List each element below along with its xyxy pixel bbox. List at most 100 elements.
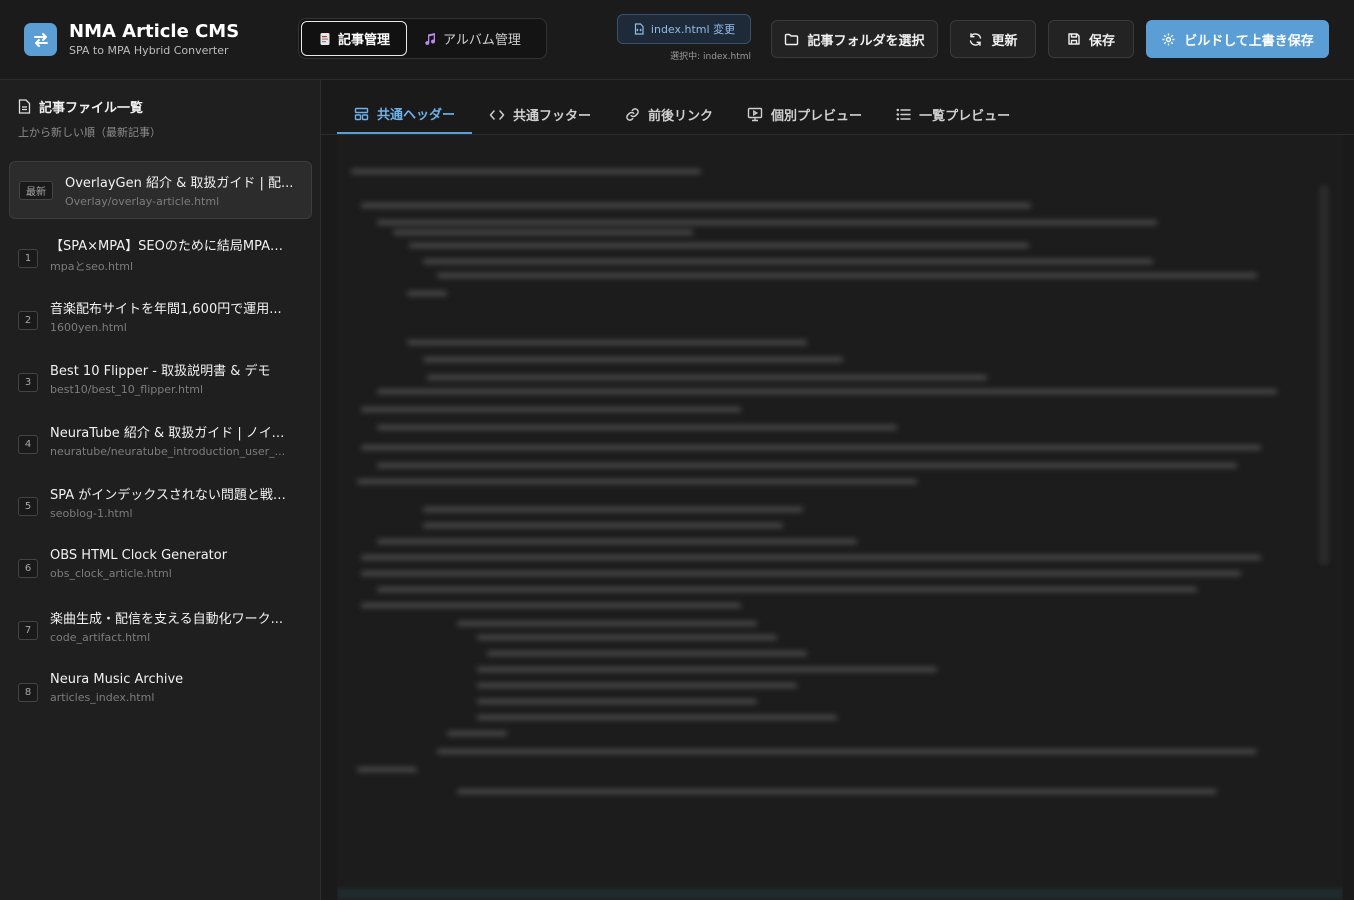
- code-icon: [489, 109, 505, 120]
- sidebar-title: 記事ファイル一覧: [18, 97, 161, 116]
- build-overwrite-button[interactable]: ビルドして上書き保存: [1146, 20, 1329, 58]
- tab-prev-next-links-label: 前後リンク: [648, 109, 714, 124]
- file-badge: 4: [18, 434, 38, 454]
- code-line: [457, 621, 757, 626]
- code-line: [393, 230, 693, 235]
- code-line: [487, 651, 807, 656]
- brand: NMA Article CMS SPA to MPA Hybrid Conver…: [24, 22, 239, 57]
- code-line: [457, 789, 1217, 794]
- build-overwrite-label: ビルドして上書き保存: [1184, 33, 1314, 49]
- blurred-code-content: [337, 135, 1343, 900]
- tab-common-footer[interactable]: 共通フッター: [472, 95, 608, 134]
- file-path: articles_index.html: [50, 691, 155, 704]
- file-title: OverlayGen 紹介 & 取扱ガイド | 配...: [65, 176, 294, 191]
- save-icon: [1068, 33, 1080, 45]
- code-line: [409, 243, 1029, 248]
- file-item-8[interactable]: 8 Neura Music Archive articles_index.htm…: [9, 657, 312, 719]
- file-path: code_artifact.html: [50, 631, 151, 644]
- tab-common-footer-label: 共通フッター: [513, 109, 592, 124]
- file-item-6[interactable]: 6 OBS HTML Clock Generator obs_clock_art…: [9, 533, 312, 595]
- code-line: [407, 340, 807, 345]
- code-line: [423, 507, 803, 512]
- file-badge: 6: [18, 558, 38, 578]
- file-item-0[interactable]: 最新 OverlayGen 紹介 & 取扱ガイド | 配... Overlay/…: [9, 161, 312, 219]
- file-badge: 3: [18, 372, 38, 392]
- sidebar-title-label: 記事ファイル一覧: [39, 101, 144, 116]
- mode-articles-button[interactable]: 記事管理: [301, 21, 408, 56]
- folder-icon: [785, 33, 799, 46]
- tab-list-preview[interactable]: 一覧プレビュー: [879, 95, 1027, 134]
- file-badge: 2: [18, 310, 38, 330]
- code-editor[interactable]: [337, 135, 1343, 900]
- file-badge: 1: [18, 248, 38, 268]
- app-title: NMA Article CMS: [69, 21, 240, 42]
- selected-file-label: 選択中: index.html: [670, 52, 751, 62]
- file-badge: 8: [18, 682, 38, 702]
- main-panel: 共通ヘッダー 共通フッター 前後リンク 個別プレビュー 一覧プレビュー: [321, 80, 1354, 900]
- code-line: [437, 273, 1257, 278]
- change-indicator[interactable]: index.html 変更: [617, 14, 751, 44]
- file-icon: [18, 99, 31, 114]
- list-icon: [896, 108, 911, 121]
- editor-bottom-bar: [337, 888, 1343, 900]
- file-title: 【SPA×MPA】SEOのために結局MPA化...: [50, 238, 290, 254]
- top-header: NMA Article CMS SPA to MPA Hybrid Conver…: [0, 0, 1354, 80]
- file-item-7[interactable]: 7 楽曲生成・配信を支える自動化ワーク... code_artifact.htm…: [9, 595, 312, 657]
- layout-icon: [354, 107, 369, 120]
- tab-single-preview-label: 個別プレビュー: [771, 109, 863, 124]
- mode-albums-label: アルバム管理: [443, 33, 521, 48]
- refresh-icon: [970, 32, 982, 46]
- sidebar: 記事ファイル一覧 上から新しい順（最新記事） 最新 OverlayGen 紹介 …: [0, 80, 321, 900]
- tab-prev-next-links[interactable]: 前後リンク: [608, 95, 730, 134]
- code-line: [477, 683, 797, 688]
- file-item-4[interactable]: 4 NeuraTube 紹介 & 取扱ガイド | ノイズ... neuratub…: [9, 409, 312, 471]
- file-item-3[interactable]: 3 Best 10 Flipper - 取扱説明書 & デモ best10/be…: [9, 347, 312, 409]
- file-path: best10/best_10_flipper.html: [50, 383, 204, 396]
- file-list: 最新 OverlayGen 紹介 & 取扱ガイド | 配... Overlay/…: [9, 161, 312, 719]
- file-item-5[interactable]: 5 SPA がインデックスされない問題と戦った... seoblog-1.htm…: [9, 471, 312, 533]
- mode-albums-button[interactable]: アルバム管理: [407, 21, 537, 56]
- file-title: Best 10 Flipper - 取扱説明書 & デモ: [50, 364, 271, 379]
- code-line: [377, 425, 897, 430]
- code-line: [447, 731, 507, 736]
- file-title: OBS HTML Clock Generator: [50, 548, 228, 563]
- file-item-1[interactable]: 1 【SPA×MPA】SEOのために結局MPA化... mpaとseo.html: [9, 223, 312, 285]
- file-path: neuratube/neuratube_introduction_user_..…: [50, 445, 286, 458]
- app-window: NMA Article CMS SPA to MPA Hybrid Conver…: [0, 0, 1354, 900]
- file-title: Neura Music Archive: [50, 672, 184, 687]
- sidebar-subtitle: 上から新しい順（最新記事）: [18, 126, 161, 139]
- tab-common-header-label: 共通ヘッダー: [377, 108, 456, 123]
- file-path: Overlay/overlay-article.html: [65, 195, 220, 208]
- tab-single-preview[interactable]: 個別プレビュー: [730, 95, 879, 134]
- save-button[interactable]: 保存: [1048, 20, 1134, 58]
- code-line: [377, 463, 1237, 468]
- file-path: seoblog-1.html: [50, 507, 133, 520]
- code-line: [427, 375, 987, 380]
- refresh-button[interactable]: 更新: [950, 20, 1036, 58]
- code-line: [377, 220, 1157, 225]
- file-title: NeuraTube 紹介 & 取扱ガイド | ノイズ...: [50, 426, 290, 441]
- monitor-icon: [747, 107, 763, 122]
- code-line: [361, 407, 741, 412]
- code-line: [361, 445, 1261, 450]
- file-path: mpaとseo.html: [50, 259, 134, 273]
- refresh-label: 更新: [991, 33, 1018, 49]
- file-title: SPA がインデックスされない問題と戦った...: [50, 488, 290, 503]
- code-line: [423, 259, 1153, 264]
- music-note-icon: [425, 32, 436, 45]
- code-line: [377, 539, 857, 544]
- file-badge: 最新: [19, 180, 53, 200]
- save-label: 保存: [1088, 33, 1115, 49]
- mode-switch: 記事管理 アルバム管理: [298, 18, 547, 59]
- tab-common-header[interactable]: 共通ヘッダー: [337, 95, 473, 134]
- code-line: [357, 767, 417, 772]
- code-line: [357, 479, 917, 484]
- code-line: [361, 203, 1031, 208]
- file-code-icon: [634, 23, 644, 35]
- select-folder-button[interactable]: 記事フォルダを選択: [771, 20, 938, 58]
- file-item-2[interactable]: 2 音楽配布サイトを年間1,600円で運用... 1600yen.html: [9, 285, 312, 347]
- editor-scrollbar[interactable]: [1319, 185, 1329, 565]
- change-indicator-label: index.html 変更: [650, 23, 736, 36]
- file-badge: 5: [18, 496, 38, 516]
- select-folder-label: 記事フォルダを選択: [807, 33, 925, 49]
